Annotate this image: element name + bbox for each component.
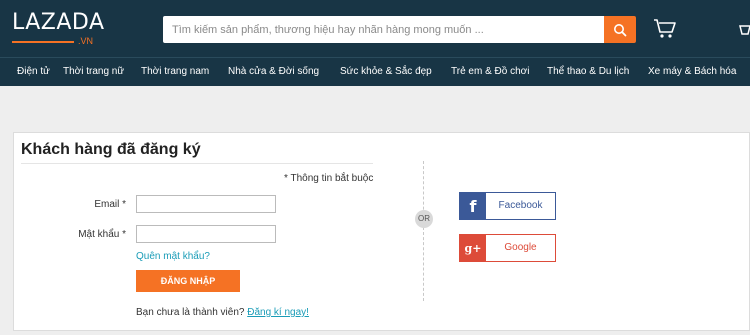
nav-item-dien-tu[interactable]: Điện tử <box>17 66 50 77</box>
email-label: Email * <box>94 199 126 210</box>
required-note: * Thông tin bắt buộc <box>284 173 374 184</box>
not-member-row: Bạn chưa là thành viên? Đăng kí ngay! <box>136 307 309 318</box>
logo-underline <box>12 41 74 43</box>
top-header: LAZADA .VN <box>0 0 750 57</box>
nav-item-thoi-trang-nam[interactable]: Thời trang nam <box>141 66 209 77</box>
nav-item-xe-may[interactable]: Xe máy & Bách hóa <box>648 66 736 77</box>
or-badge: OR <box>415 210 433 228</box>
nav-item-thoi-trang-nu[interactable]: Thời trang nữ <box>63 66 124 77</box>
search-button[interactable] <box>604 16 636 43</box>
google-login-button[interactable]: g+ Google <box>459 234 556 262</box>
page-title: Khách hàng đã đăng ký <box>21 141 201 158</box>
forgot-password-link[interactable]: Quên mật khẩu? <box>136 251 210 262</box>
password-label: Mật khẩu * <box>78 229 126 240</box>
nav-item-nha-cua[interactable]: Nhà cửa & Đời sống <box>228 66 319 77</box>
facebook-label: Facebook <box>498 200 543 211</box>
facebook-icon: f <box>460 193 486 219</box>
search-input[interactable] <box>163 16 605 43</box>
partial-edge-icon[interactable] <box>738 24 750 38</box>
register-link[interactable]: Đăng kí ngay! <box>247 307 309 318</box>
category-nav: Điện tử Thời trang nữ Thời trang nam Nhà… <box>0 57 750 86</box>
nav-item-tre-em[interactable]: Trẻ em & Đồ chơi <box>451 66 529 77</box>
lazada-logo[interactable]: LAZADA <box>12 12 105 34</box>
vertical-divider <box>423 161 424 301</box>
cart-icon[interactable] <box>653 18 677 40</box>
facebook-login-button[interactable]: f Facebook <box>459 192 556 220</box>
password-field[interactable] <box>136 225 276 243</box>
title-divider <box>21 163 373 164</box>
email-field[interactable] <box>136 195 276 213</box>
nav-item-the-thao[interactable]: Thể thao & Du lịch <box>547 66 629 77</box>
search-icon <box>614 23 627 36</box>
google-label: Google <box>504 242 537 253</box>
google-plus-icon: g+ <box>460 235 486 261</box>
not-member-text: Bạn chưa là thành viên? <box>136 307 245 318</box>
nav-item-suc-khoe[interactable]: Sức khỏe & Sắc đẹp <box>340 66 432 77</box>
logo-suffix: .VN <box>78 36 94 46</box>
login-button[interactable]: ĐĂNG NHẬP <box>136 270 240 292</box>
login-panel: Khách hàng đã đăng ký * Thông tin bắt bu… <box>13 132 750 331</box>
